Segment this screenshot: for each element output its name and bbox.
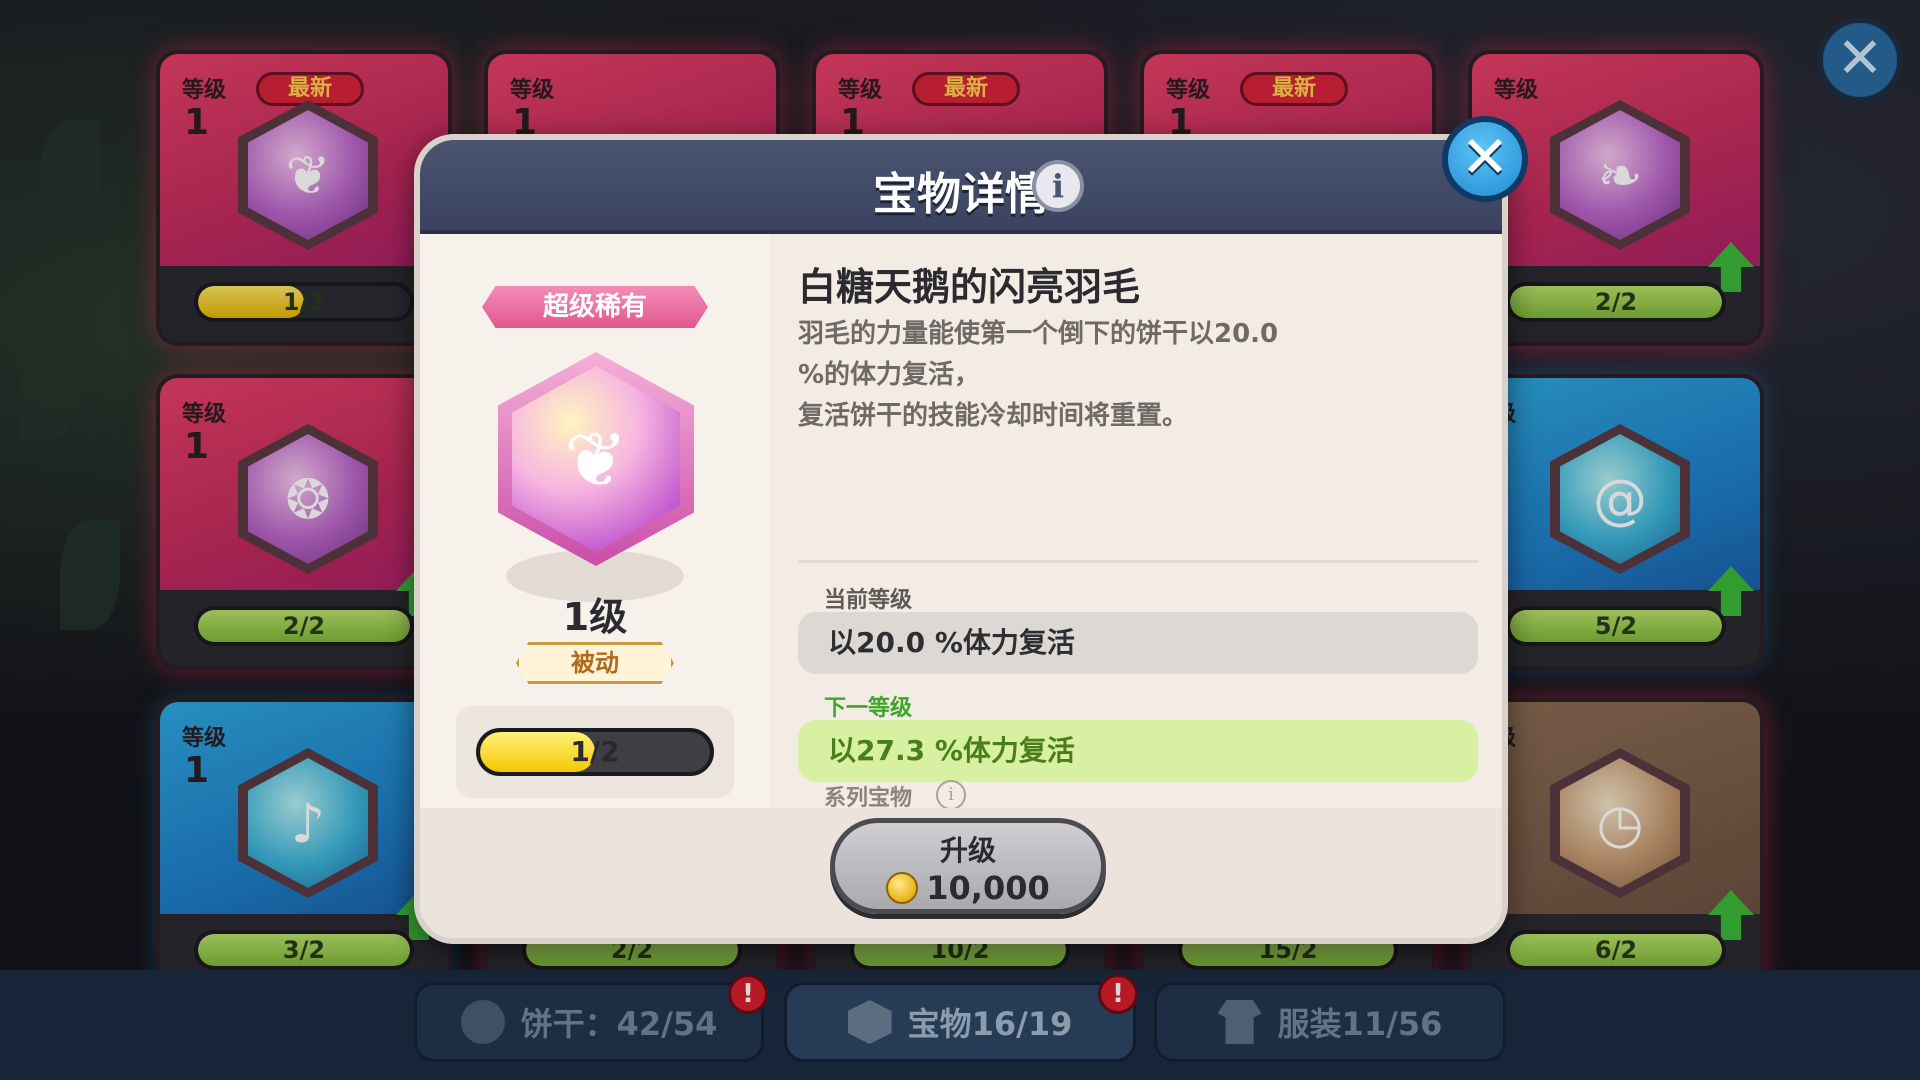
treasure-name: 白糖天鹅的闪亮羽毛 xyxy=(798,265,1141,309)
current-level-value: 以20.0 %体力复活 xyxy=(798,612,1478,674)
upgrade-button[interactable]: 升级 10,000 xyxy=(830,818,1106,914)
treasure-detail-modal: 宝物详情 i 超级稀有 ❦ 1级 被动 1/2 白糖天鹅的闪亮羽毛 羽毛的力量能… xyxy=(414,134,1508,944)
treasure-level: 1级 xyxy=(562,595,628,639)
close-icon[interactable]: ✕ xyxy=(1442,116,1528,202)
treasure-progress-panel: 1/2 xyxy=(456,706,734,798)
info-icon[interactable]: i xyxy=(1032,160,1084,212)
treasure-progress-text: 1/2 xyxy=(570,735,620,768)
modal-title: 宝物详情 xyxy=(873,169,1049,220)
treasure-description: 羽毛的力量能使第一个倒下的饼干以20.0 %的体力复活， 复活饼干的技能冷却时间… xyxy=(798,319,1279,431)
modal-footer: 升级 10,000 xyxy=(420,808,1502,938)
treasure-type-badge: 被动 xyxy=(516,642,674,684)
rarity-badge: 超级稀有 xyxy=(482,286,708,328)
upgrade-cost: 10,000 xyxy=(886,869,1050,907)
info-icon[interactable]: i xyxy=(936,780,966,810)
modal-header: 宝物详情 i xyxy=(420,140,1502,234)
current-level-label: 当前等级 xyxy=(824,588,913,613)
feather-icon: ❦ xyxy=(498,352,694,566)
coin-icon xyxy=(886,872,919,904)
upgrade-label: 升级 xyxy=(939,834,996,867)
next-level-label: 下一等级 xyxy=(824,696,913,721)
treasure-progress-bar: 1/2 xyxy=(476,728,714,776)
next-level-value: 以27.3 %体力复活 xyxy=(798,720,1478,782)
divider xyxy=(798,560,1478,563)
treasure-detail-panel: 白糖天鹅的闪亮羽毛 羽毛的力量能使第一个倒下的饼干以20.0 %的体力复活， 复… xyxy=(770,234,1502,814)
treasure-summary-panel: 超级稀有 ❦ 1级 被动 1/2 xyxy=(420,234,770,814)
